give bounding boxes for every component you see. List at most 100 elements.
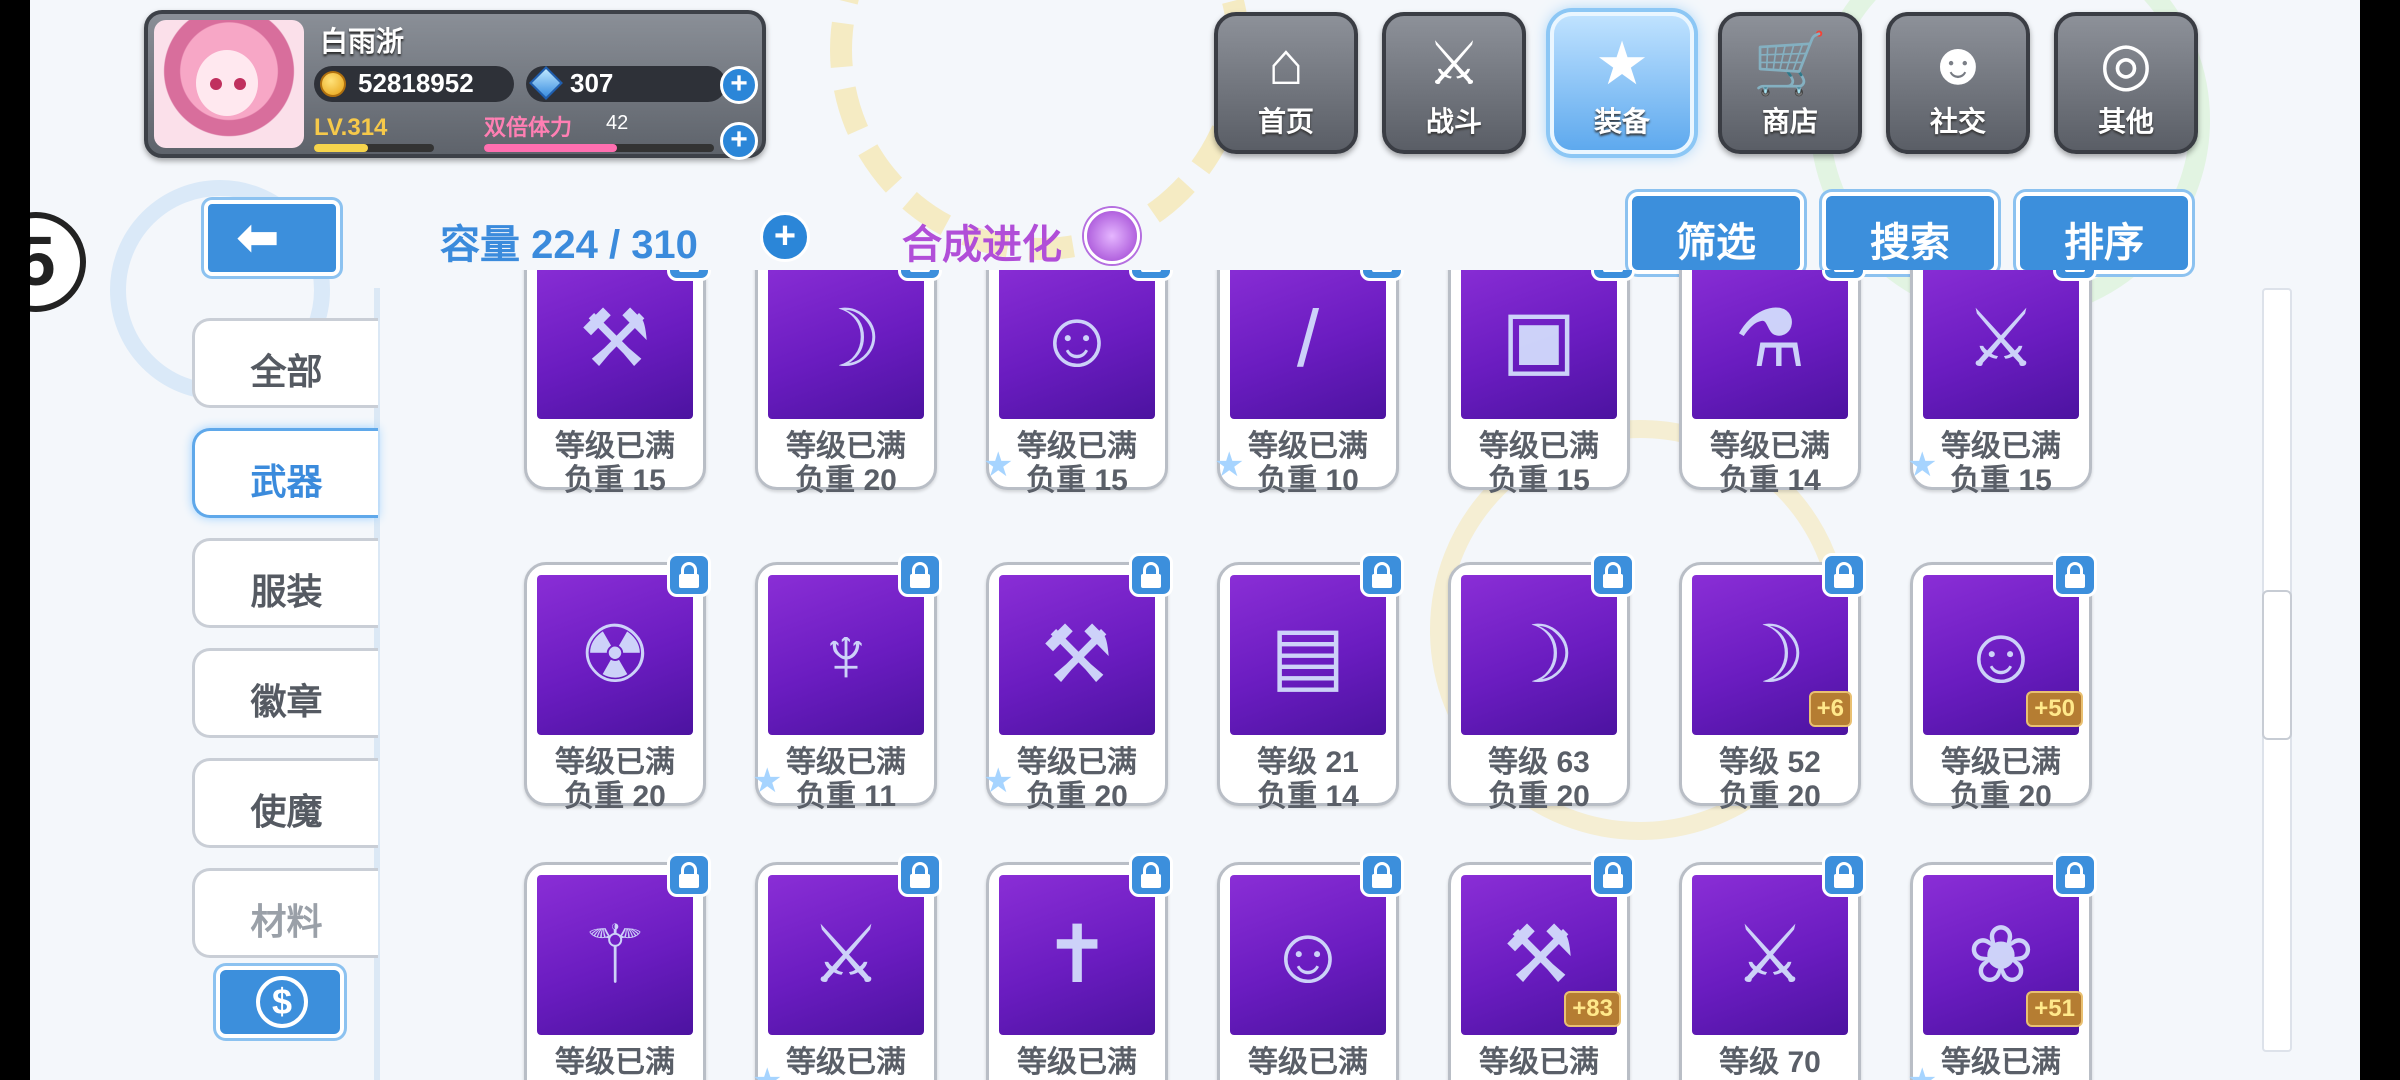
gem-icon — [529, 66, 563, 100]
equipment-level: 等级已满 — [555, 1046, 675, 1079]
lock-icon[interactable] — [898, 270, 942, 281]
lock-icon[interactable] — [2053, 270, 2097, 281]
equipment-weight: 负重 15 — [564, 464, 666, 497]
equipment-card[interactable]: ✝ 等级已满 — [986, 853, 1173, 1080]
equipment-weight: 负重 20 — [1488, 780, 1590, 813]
equipment-card[interactable]: ⚔ 等级 70 — [1679, 853, 1866, 1080]
lock-icon[interactable] — [1822, 270, 1866, 281]
equipment-card[interactable]: / 等级已满 负重 10 ★ — [1214, 270, 1404, 497]
equipment-card[interactable]: ☽ 等级 52 负重 20 +6 — [1679, 553, 1866, 813]
equipment-weight: 负重 15 — [1026, 464, 1128, 497]
lock-icon[interactable] — [1591, 553, 1635, 597]
lock-icon[interactable] — [1129, 553, 1173, 597]
lock-body — [1372, 574, 1392, 588]
fuse-evolve-icon[interactable] — [1084, 208, 1140, 264]
nav-button-equipment[interactable]: ★ 装备 — [1550, 12, 1694, 154]
gold-coin-icon — [320, 71, 346, 97]
filter-button-label: 筛选 — [1676, 221, 1756, 265]
scrollbar-thumb[interactable] — [2262, 590, 2292, 740]
back-button[interactable]: ⬅ — [204, 200, 340, 276]
lock-icon[interactable] — [2053, 553, 2097, 597]
equipment-card[interactable]: ☺ 等级已满 负重 15 ★ — [983, 270, 1173, 497]
star-icon: ★ — [752, 762, 783, 800]
lock-icon[interactable] — [898, 553, 942, 597]
equipment-card[interactable]: ⚗ 等级已满 负重 14 — [1679, 270, 1866, 497]
add-gems-button[interactable]: + — [720, 66, 758, 104]
sell-button[interactable]: $ — [216, 966, 344, 1038]
category-tab[interactable]: 材料 — [192, 868, 378, 958]
scrollbar[interactable] — [2262, 288, 2292, 1052]
lock-icon[interactable] — [667, 553, 711, 597]
avatar[interactable] — [154, 20, 304, 148]
shop-icon: 🛒 — [1752, 30, 1828, 97]
equipment-card[interactable]: ☺ 等级已满 负重 20 +50 — [1910, 553, 2097, 813]
category-tab[interactable]: 全部 — [192, 318, 378, 408]
equipment-card[interactable]: ☢ 等级已满 负重 20 — [524, 553, 711, 813]
equipment-card[interactable]: ☽ 等级 63 负重 20 — [1448, 553, 1635, 813]
enhance-bonus-badge: +51 — [2026, 991, 2083, 1027]
category-tab[interactable]: 服装 — [192, 538, 378, 628]
equipment-card[interactable]: ⚔ 等级已满 负重 15 ★ — [1907, 270, 2097, 497]
star-icon: ★ — [983, 446, 1014, 484]
equipment-card[interactable]: ⚒ 等级已满 负重 20 ★ — [983, 553, 1173, 813]
player-info-panel[interactable]: 白雨浙 52818952 307 + LV.314 双倍体力 42 + — [144, 10, 766, 160]
stamina-progress-bar — [484, 144, 714, 152]
equipment-card[interactable]: ▤ 等级 21 负重 14 — [1217, 553, 1404, 813]
lock-body — [1603, 574, 1623, 588]
equipment-card[interactable]: ❀ 等级已满 +51 ★ — [1907, 853, 2097, 1080]
robot-device-icon: ▤ — [1270, 610, 1346, 699]
equipment-card[interactable]: ☽ 等级已满 负重 20 — [755, 270, 942, 497]
equipment-card[interactable]: ⚒ 等级已满 负重 15 — [524, 270, 711, 497]
lock-icon[interactable] — [667, 853, 711, 897]
blonde-girl-icon: ☺ — [1960, 610, 2042, 699]
star-icon: ★ — [752, 1061, 782, 1080]
category-tab[interactable]: 徽章 — [192, 648, 378, 738]
star-icon: ★ — [1907, 1061, 1937, 1080]
nav-button-other[interactable]: ◎ 其他 — [2054, 12, 2198, 154]
equipment-card[interactable]: ⚒ 等级已满 +83 — [1448, 853, 1635, 1080]
search-button[interactable]: 搜索 — [1822, 192, 1998, 274]
filter-button[interactable]: 筛选 — [1628, 192, 1804, 274]
equipment-card[interactable]: ♆ 等级已满 负重 11 ★ — [752, 553, 942, 813]
lock-icon[interactable] — [1129, 270, 1173, 281]
equipment-level: 等级已满 — [786, 1046, 906, 1079]
category-tab[interactable]: 使魔 — [192, 758, 378, 848]
sort-button[interactable]: 排序 — [2016, 192, 2192, 274]
equipment-grid[interactable]: ⚒ 等级已满 负重 15 ☽ 等级已满 负重 20 ☺ 等级已满 负重 15 ★ / 等级已满 负重 1… — [380, 270, 2240, 1080]
lock-icon[interactable] — [1360, 270, 1404, 281]
lock-icon[interactable] — [1822, 853, 1866, 897]
lock-body — [910, 270, 930, 272]
lock-icon[interactable] — [1591, 853, 1635, 897]
equipment-weight: 负重 14 — [1719, 464, 1821, 497]
lock-icon[interactable] — [1591, 270, 1635, 281]
nav-button-social[interactable]: ☻ 社交 — [1886, 12, 2030, 154]
add-stamina-button[interactable]: + — [720, 122, 758, 160]
category-tab[interactable]: 武器 — [192, 428, 378, 518]
equipment-weight: 负重 15 — [1488, 464, 1590, 497]
lock-icon[interactable] — [667, 270, 711, 281]
nav-button-home[interactable]: ⌂ 首页 — [1214, 12, 1358, 154]
green-scythe-icon: ☽ — [1503, 610, 1575, 699]
equipment-card[interactable]: ☺ 等级已满 — [1217, 853, 1404, 1080]
expand-capacity-button[interactable]: + — [760, 212, 810, 262]
equipment-art: ☽ — [768, 270, 924, 419]
equipment-card[interactable]: ⚔ 等级已满★ — [752, 853, 942, 1080]
side-chapter-badge: 5 — [30, 212, 86, 312]
other-icon: ◎ — [2099, 30, 2153, 97]
lock-icon[interactable] — [1822, 553, 1866, 597]
nav-button-battle[interactable]: ⚔ 战斗 — [1382, 12, 1526, 154]
green-scythe-icon: ☽ — [1734, 610, 1806, 699]
nav-button-shop[interactable]: 🛒 商店 — [1718, 12, 1862, 154]
equipment-card[interactable]: ▣ 等级已满 负重 15 — [1448, 270, 1635, 497]
lock-body — [679, 270, 699, 272]
lock-icon[interactable] — [1129, 853, 1173, 897]
lock-icon[interactable] — [898, 853, 942, 897]
lock-icon[interactable] — [1360, 853, 1404, 897]
lock-icon[interactable] — [1360, 553, 1404, 597]
fuse-evolve-label[interactable]: 合成进化 — [902, 212, 1062, 270]
gem-amount: 307 — [570, 68, 614, 98]
equipment-art: ⚒ — [999, 575, 1155, 735]
player-name: 白雨浙 — [320, 26, 405, 57]
equipment-card[interactable]: ⚚ 等级已满 — [524, 853, 711, 1080]
lock-icon[interactable] — [2053, 853, 2097, 897]
